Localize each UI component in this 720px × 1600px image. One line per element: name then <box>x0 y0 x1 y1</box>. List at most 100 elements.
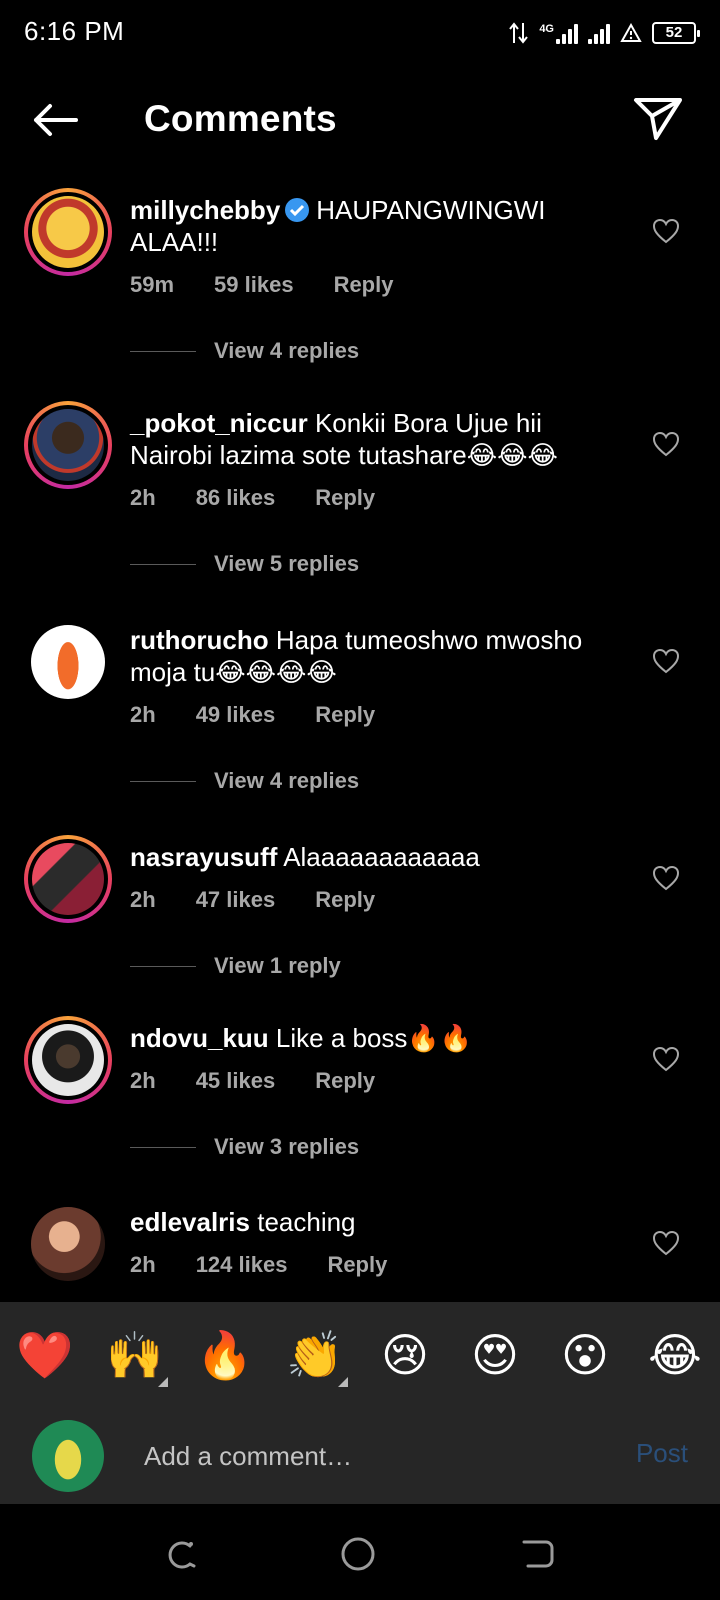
comment-meta: 2h 45 likes Reply <box>130 1068 375 1094</box>
reply-button[interactable]: Reply <box>327 1252 387 1278</box>
warning-icon <box>620 23 642 42</box>
comment-message: Alaaaaaaaaaaaa <box>283 842 480 872</box>
view-replies-label: View 3 replies <box>214 1134 360 1159</box>
recent-apps-icon[interactable] <box>160 1534 200 1574</box>
reply-button[interactable]: Reply <box>315 485 375 511</box>
view-replies-button[interactable]: View 1 reply <box>130 953 341 979</box>
comment-meta: 2h 86 likes Reply <box>130 485 375 511</box>
comment-meta: 2h 47 likes Reply <box>130 887 375 913</box>
comment-input[interactable] <box>144 1436 574 1476</box>
comment-meta: 2h 124 likes Reply <box>130 1252 387 1278</box>
likes-count[interactable]: 45 likes <box>196 1068 276 1094</box>
comment-item: ndovu_kuu Like a boss🔥🔥 2h 45 likes Repl… <box>0 1004 720 1188</box>
username[interactable]: nasrayusuff <box>130 842 277 872</box>
emoji-crying-button[interactable]: 😢 <box>360 1325 450 1385</box>
comment-text: edlevalris teaching <box>130 1206 620 1238</box>
comment-text: millychebby HAUPANGWINGWI ALAA!!! <box>130 194 620 258</box>
heart-icon[interactable] <box>652 1046 680 1072</box>
avatar[interactable] <box>24 835 112 923</box>
username[interactable]: millychebby <box>130 195 280 225</box>
heart-icon[interactable] <box>652 1230 680 1256</box>
view-replies-label: View 4 replies <box>214 768 360 793</box>
reply-button[interactable]: Reply <box>334 272 394 298</box>
view-replies-label: View 5 replies <box>214 551 360 576</box>
emoji-heart-button[interactable]: ❤️ <box>0 1325 90 1385</box>
avatar[interactable] <box>24 401 112 489</box>
comment-message: Like a boss🔥🔥 <box>275 1023 473 1053</box>
comment-time: 59m <box>130 272 175 297</box>
emoji-clap-button[interactable]: 👏 <box>270 1325 360 1387</box>
view-replies-button[interactable]: View 5 replies <box>130 551 359 577</box>
data-transfer-icon <box>509 22 529 44</box>
comment-time: 2h <box>130 887 156 912</box>
page-title: Comments <box>144 98 337 139</box>
comment-composer: Post <box>0 1408 720 1504</box>
comment-meta: 2h 49 likes Reply <box>130 702 375 728</box>
avatar[interactable] <box>24 1016 112 1104</box>
comment-text: _pokot_niccur Konkii Bora Ujue hii Nairo… <box>130 407 620 471</box>
home-icon[interactable] <box>338 1534 378 1574</box>
signal-icon <box>588 22 610 44</box>
comment-item: _pokot_niccur Konkii Bora Ujue hii Nairo… <box>0 389 720 606</box>
signal-4g-icon: 4G <box>539 22 578 44</box>
likes-count[interactable]: 124 likes <box>196 1252 288 1278</box>
comment-item: edlevalris teaching 2h 124 likes Reply <box>0 1188 720 1298</box>
comment-message: teaching <box>257 1207 356 1237</box>
comment-time: 2h <box>130 485 156 510</box>
status-icons: 4G 52 <box>509 18 700 48</box>
back-nav-icon[interactable] <box>518 1534 558 1574</box>
username[interactable]: _pokot_niccur <box>130 408 308 438</box>
likes-count[interactable]: 86 likes <box>196 485 276 511</box>
comment-item: nasrayusuff Alaaaaaaaaaaaa 2h 47 likes R… <box>0 823 720 1004</box>
heart-icon[interactable] <box>652 431 680 457</box>
status-time: 6:16 PM <box>24 16 125 46</box>
comment-time: 2h <box>130 1252 156 1277</box>
emoji-tears-of-joy-button[interactable]: 😂 <box>630 1325 720 1385</box>
self-avatar <box>32 1420 104 1492</box>
likes-count[interactable]: 47 likes <box>196 887 276 913</box>
username[interactable]: ruthorucho <box>130 625 269 655</box>
reply-button[interactable]: Reply <box>315 702 375 728</box>
emoji-glyph: 👏 <box>286 1328 344 1382</box>
comment-item: ruthorucho Hapa tumeoshwo mwosho moja tu… <box>0 606 720 823</box>
heart-icon[interactable] <box>652 218 680 244</box>
comment-meta: 59m 59 likes Reply <box>130 272 393 298</box>
post-button[interactable]: Post <box>636 1438 688 1469</box>
comment-time: 2h <box>130 702 156 727</box>
view-replies-button[interactable]: View 4 replies <box>130 768 359 794</box>
send-icon[interactable] <box>632 94 684 142</box>
skin-tone-indicator-icon <box>338 1377 348 1387</box>
likes-count[interactable]: 59 likes <box>214 272 294 298</box>
heart-icon[interactable] <box>652 648 680 674</box>
view-replies-button[interactable]: View 3 replies <box>130 1134 359 1160</box>
verified-badge-icon <box>285 198 310 222</box>
emoji-heart-eyes-button[interactable]: 😍 <box>450 1325 540 1385</box>
emoji-glyph: 🙌 <box>106 1328 164 1382</box>
comment-item: millychebby HAUPANGWINGWI ALAA!!! 59m 59 … <box>0 176 720 389</box>
system-nav-bar <box>0 1504 720 1600</box>
avatar[interactable] <box>24 1200 112 1288</box>
emoji-surprised-button[interactable]: 😮 <box>540 1325 630 1385</box>
emoji-raised-hands-button[interactable]: 🙌 <box>90 1325 180 1387</box>
comments-list[interactable]: millychebby HAUPANGWINGWI ALAA!!! 59m 59 … <box>0 176 720 1302</box>
reply-button[interactable]: Reply <box>315 1068 375 1094</box>
avatar[interactable] <box>24 618 112 706</box>
reply-button[interactable]: Reply <box>315 887 375 913</box>
battery-icon: 52 <box>652 22 700 44</box>
comment-time: 2h <box>130 1068 156 1093</box>
avatar[interactable] <box>24 188 112 276</box>
emoji-bar: ❤️ 🙌 🔥 👏 😢 😍 😮 😂 <box>0 1302 720 1408</box>
likes-count[interactable]: 49 likes <box>196 702 276 728</box>
back-arrow-icon[interactable] <box>30 100 80 140</box>
view-replies-button[interactable]: View 4 replies <box>130 338 359 364</box>
view-replies-label: View 1 reply <box>214 953 341 978</box>
emoji-fire-button[interactable]: 🔥 <box>180 1325 270 1385</box>
heart-icon[interactable] <box>652 865 680 891</box>
username[interactable]: ndovu_kuu <box>130 1023 269 1053</box>
status-bar: 6:16 PM 4G 52 <box>0 0 720 64</box>
comment-text: ruthorucho Hapa tumeoshwo mwosho moja tu… <box>130 624 620 688</box>
view-replies-label: View 4 replies <box>214 338 360 363</box>
skin-tone-indicator-icon <box>158 1377 168 1387</box>
header: Comments <box>0 80 720 160</box>
username[interactable]: edlevalris <box>130 1207 250 1237</box>
